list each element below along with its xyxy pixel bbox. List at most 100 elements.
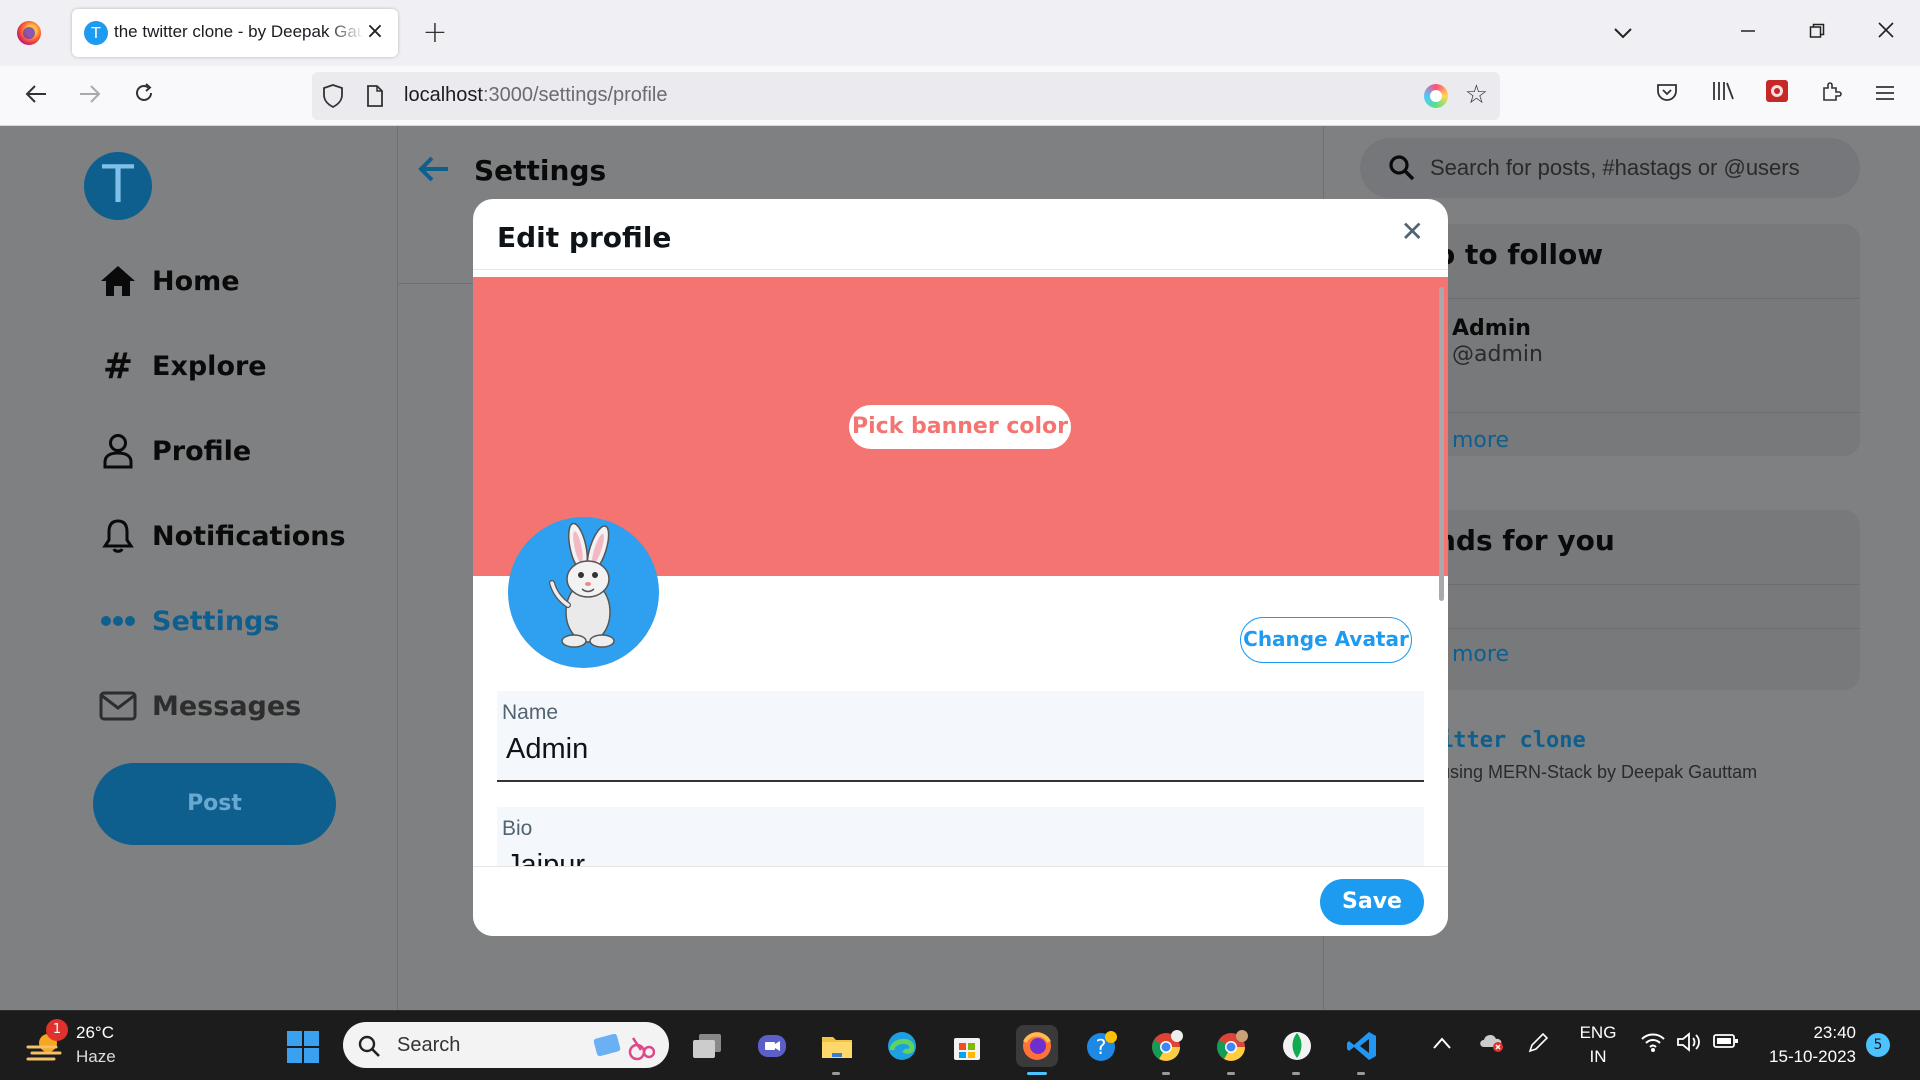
pocket-icon[interactable] [1650, 79, 1684, 113]
pen-icon[interactable] [1526, 1031, 1550, 1060]
user-icon [98, 433, 138, 469]
sidebar-item-profile[interactable]: Profile [98, 428, 251, 474]
app-logo[interactable]: T [84, 152, 152, 220]
tab-list-chevron-down-icon[interactable] [1606, 16, 1640, 50]
windows-start-icon[interactable] [286, 1030, 320, 1064]
edit-profile-modal: Edit profile ✕ Pick banner color Change … [473, 199, 1448, 936]
follow-suggestion-name[interactable]: Admin [1452, 316, 1531, 341]
show-more-link[interactable]: more [1452, 428, 1509, 453]
bookmark-star-icon[interactable]: ☆ [1465, 80, 1488, 110]
clock-date: 15-10-2023 [1769, 1047, 1856, 1066]
battery-icon[interactable] [1712, 1031, 1740, 1056]
microsoft-store-icon[interactable] [946, 1025, 988, 1067]
save-button[interactable]: Save [1320, 879, 1424, 925]
forward-button[interactable] [73, 79, 107, 113]
address-bar[interactable]: localhost:3000/settings/profile ☆ [312, 72, 1500, 120]
home-icon [98, 264, 138, 298]
language-indicator[interactable]: ENG [1578, 1023, 1618, 1043]
menu-hamburger-icon[interactable] [1868, 79, 1902, 113]
show-hidden-icons-chevron-up-icon[interactable] [1432, 1031, 1452, 1055]
follow-suggestion-handle: @admin [1452, 342, 1543, 367]
weather-badge: 1 [46, 1019, 68, 1041]
edge-browser-icon[interactable] [881, 1025, 923, 1067]
help-icon[interactable]: ? [1081, 1025, 1123, 1067]
mongodb-compass-icon[interactable] [1276, 1025, 1318, 1075]
volume-icon[interactable] [1676, 1031, 1702, 1058]
sidebar-item-label: Settings [152, 605, 280, 637]
modal-footer: Save [473, 866, 1448, 936]
change-avatar-button[interactable]: Change Avatar [1240, 617, 1412, 663]
bell-icon [98, 518, 138, 554]
show-more-link[interactable]: more [1452, 642, 1509, 667]
firefox-taskbar-icon[interactable] [1016, 1025, 1058, 1075]
modal-scrollbar[interactable] [1439, 287, 1444, 601]
footer-subtitle: using MERN-Stack by Deepak Gauttam [1440, 762, 1758, 782]
wifi-icon[interactable] [1640, 1031, 1666, 1058]
sidebar-item-settings[interactable]: Settings [98, 598, 279, 644]
search-highlight-icon [593, 1030, 656, 1066]
teams-chat-icon[interactable] [751, 1025, 793, 1067]
more-dots-icon [98, 615, 138, 627]
svg-text:?: ? [1096, 1035, 1107, 1059]
taskbar-search[interactable]: Search [343, 1022, 669, 1068]
language-region: IN [1589, 1047, 1607, 1066]
sidebar-item-notifications[interactable]: Notifications [98, 513, 346, 559]
addon-icon[interactable] [1760, 79, 1794, 113]
sidebar-item-label: Messages [152, 690, 302, 722]
name-label: Name [502, 701, 559, 724]
browser-nav-bar: localhost:3000/settings/profile ☆ [0, 66, 1920, 126]
chrome-profile-icon[interactable] [1211, 1025, 1253, 1075]
back-arrow-icon[interactable] [418, 152, 450, 192]
clock-time[interactable]: 23:40 [1756, 1023, 1856, 1043]
sidebar-item-label: Profile [152, 435, 252, 467]
onedrive-error-icon[interactable] [1478, 1031, 1506, 1058]
vscode-icon[interactable] [1341, 1025, 1383, 1075]
task-view-icon[interactable] [686, 1025, 728, 1067]
post-button[interactable]: Post [93, 763, 336, 845]
pick-banner-color-button[interactable]: Pick banner color [849, 405, 1071, 449]
reload-button[interactable] [127, 79, 161, 113]
new-tab-button[interactable]: + [418, 16, 452, 50]
name-input[interactable]: Admin [506, 733, 588, 766]
search-placeholder: Search for posts, #hastags or @users [1430, 155, 1800, 180]
tracking-shield-icon[interactable] [322, 83, 344, 113]
minimize-button[interactable] [1731, 16, 1765, 50]
weather-temperature[interactable]: 26°C [76, 1023, 114, 1043]
url-host: localhost [404, 84, 483, 106]
back-button[interactable] [19, 79, 53, 113]
file-explorer-icon[interactable] [816, 1025, 858, 1075]
restore-button[interactable] [1800, 16, 1834, 50]
sidebar-item-label: Notifications [152, 520, 346, 552]
url-path: :3000/settings/profile [482, 84, 668, 106]
sidebar-item-label: Home [152, 265, 240, 297]
envelope-icon [98, 691, 138, 721]
tab-favicon-icon: T [84, 21, 108, 45]
extensions-puzzle-icon[interactable] [1814, 79, 1848, 113]
taskbar: 1 26°C Haze Search ? ENG IN 23:40 15-10-… [0, 1010, 1920, 1080]
url-text[interactable]: localhost:3000/settings/profile [404, 84, 668, 107]
sidebar-item-messages[interactable]: Messages [98, 683, 301, 729]
search-input[interactable]: Search for posts, #hastags or @users [1360, 138, 1860, 198]
page-info-icon[interactable] [365, 84, 385, 112]
avatar [508, 517, 659, 668]
close-window-button[interactable] [1869, 16, 1903, 50]
name-field[interactable]: Name Admin [497, 691, 1424, 782]
bio-label: Bio [502, 817, 533, 840]
trends-title: nds for you [1436, 524, 1615, 557]
library-icon[interactable] [1706, 79, 1740, 113]
modal-header: Edit profile ✕ [473, 199, 1448, 270]
page-title: Settings [474, 154, 607, 187]
notification-count-badge[interactable]: 5 [1866, 1033, 1890, 1057]
chrome-icon[interactable] [1146, 1025, 1188, 1075]
extension-icon[interactable] [1424, 84, 1448, 108]
browser-tab[interactable]: T the twitter clone - by Deepak Gauttam … [72, 9, 398, 57]
close-icon[interactable]: ✕ [1401, 215, 1424, 248]
tab-close-icon[interactable]: × [362, 19, 388, 45]
tab-title: the twitter clone - by Deepak Gauttam [114, 22, 364, 41]
modal-title: Edit profile [497, 221, 672, 254]
sidebar-item-explore[interactable]: # Explore [98, 343, 267, 389]
name-underline [497, 780, 1424, 782]
footer-brand[interactable]: itter clone [1440, 728, 1586, 753]
firefox-icon[interactable] [17, 21, 41, 45]
sidebar-item-home[interactable]: Home [98, 258, 240, 304]
